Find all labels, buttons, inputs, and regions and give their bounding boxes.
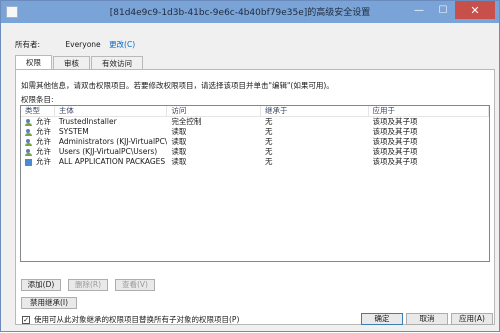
column-header-principal[interactable]: 主体 <box>55 106 168 116</box>
row-inherited: 无 <box>264 127 273 136</box>
close-button[interactable]: ✕ <box>455 1 495 19</box>
row-inherited: 无 <box>264 137 273 146</box>
permissions-panel: 如需其他信息，请双击权限项目。若要修改权限项目，请选择该项目并单击"编辑"(如果… <box>15 69 495 325</box>
permissions-note: 如需其他信息，请双击权限项目。若要修改权限项目，请选择该项目并单击"编辑"(如果… <box>21 81 334 90</box>
column-header-access[interactable]: 访问 <box>167 106 261 116</box>
add-button[interactable]: 添加(D) <box>21 279 61 291</box>
dialog-content: 所有者: Everyone 更改(C) 权限 审核 有效访问 如需其他信息，请双… <box>8 23 495 333</box>
replace-child-permissions-row[interactable]: ✓ 使用可从此对象继承的权限项目替换所有子对象的权限项目(P) <box>22 314 239 325</box>
row-access: 读取 <box>171 137 187 146</box>
row-principal: SYSTEM <box>58 127 89 136</box>
row-type: 允许 <box>36 157 51 166</box>
row-inherited: 无 <box>264 157 273 166</box>
apply-button[interactable]: 应用(A) <box>451 313 493 325</box>
title-bar[interactable]: [81d4e9c9-1d3b-41bc-9e6c-4b40bf79e35e]的高… <box>1 1 499 23</box>
row-applies: 该项及其子项 <box>372 147 418 156</box>
row-principal: TrustedInstaller <box>58 117 117 126</box>
tab-permissions[interactable]: 权限 <box>15 55 52 69</box>
maximize-button[interactable]: ☐ <box>431 1 455 19</box>
permission-entries-label: 权限条目: <box>21 95 54 104</box>
row-principal: Administrators (KJJ-VirtualPC\Ad... <box>58 137 168 146</box>
change-owner-link[interactable]: 更改(C) <box>109 40 135 49</box>
table-row[interactable]: 允许 Users (KJJ-VirtualPC\Users) 读取 无 该项及其… <box>21 147 489 157</box>
advanced-security-window: [81d4e9c9-1d3b-41bc-9e6c-4b40bf79e35e]的高… <box>0 0 500 332</box>
row-applies: 该项及其子项 <box>372 127 418 136</box>
tab-auditing[interactable]: 审核 <box>53 56 90 69</box>
column-header-inherited[interactable]: 继承于 <box>261 106 369 116</box>
row-inherited: 无 <box>264 117 273 126</box>
row-applies: 该项及其子项 <box>372 117 418 126</box>
tab-strip: 权限 审核 有效访问 <box>15 55 144 69</box>
tab-effective-access[interactable]: 有效访问 <box>91 56 143 69</box>
ok-button[interactable]: 确定 <box>361 313 403 325</box>
row-inherited: 无 <box>264 147 273 156</box>
replace-child-permissions-checkbox[interactable]: ✓ <box>22 315 30 324</box>
window-controls: — ☐ ✕ <box>407 1 495 19</box>
minimize-button[interactable]: — <box>407 1 431 19</box>
permission-entries-list[interactable]: 类型 主体 访问 继承于 应用于 允许 TrustedInstaller 完全控… <box>20 105 490 262</box>
view-button[interactable]: 查看(V) <box>115 279 155 291</box>
row-access: 完全控制 <box>171 117 202 126</box>
row-applies: 该项及其子项 <box>372 137 418 146</box>
app-package-icon <box>25 158 33 166</box>
row-type: 允许 <box>36 117 51 126</box>
remove-button[interactable]: 删除(R) <box>68 279 108 291</box>
list-header: 类型 主体 访问 继承于 应用于 <box>21 106 489 117</box>
table-row[interactable]: 允许 TrustedInstaller 完全控制 无 该项及其子项 <box>21 117 489 127</box>
column-header-type[interactable]: 类型 <box>21 106 55 116</box>
owner-value: Everyone <box>65 40 101 49</box>
table-row[interactable]: 允许 SYSTEM 读取 无 该项及其子项 <box>21 127 489 137</box>
user-group-icon <box>25 148 33 156</box>
row-type: 允许 <box>36 127 51 136</box>
row-access: 读取 <box>171 157 187 166</box>
window-title: [81d4e9c9-1d3b-41bc-9e6c-4b40bf79e35e]的高… <box>109 8 371 18</box>
row-applies: 该项及其子项 <box>372 157 418 166</box>
user-group-icon <box>25 138 33 146</box>
user-group-icon <box>25 118 33 126</box>
row-access: 读取 <box>171 127 187 136</box>
owner-row: 所有者: Everyone 更改(C) <box>15 39 141 50</box>
table-row[interactable]: 允许 ALL APPLICATION PACKAGES 读取 无 该项及其子项 <box>21 157 489 167</box>
row-principal: Users (KJJ-VirtualPC\Users) <box>58 147 158 156</box>
user-group-icon <box>25 128 33 136</box>
owner-label: 所有者: <box>15 40 41 49</box>
row-access: 读取 <box>171 147 187 156</box>
cancel-button[interactable]: 取消 <box>406 313 448 325</box>
replace-child-permissions-label[interactable]: 使用可从此对象继承的权限项目替换所有子对象的权限项目(P) <box>34 314 239 325</box>
column-header-applies[interactable]: 应用于 <box>369 106 489 116</box>
table-row[interactable]: 允许 Administrators (KJJ-VirtualPC\Ad... 读… <box>21 137 489 147</box>
row-type: 允许 <box>36 137 51 146</box>
row-type: 允许 <box>36 147 51 156</box>
disable-inheritance-button[interactable]: 禁用继承(I) <box>21 297 77 309</box>
row-principal: ALL APPLICATION PACKAGES <box>58 157 166 166</box>
